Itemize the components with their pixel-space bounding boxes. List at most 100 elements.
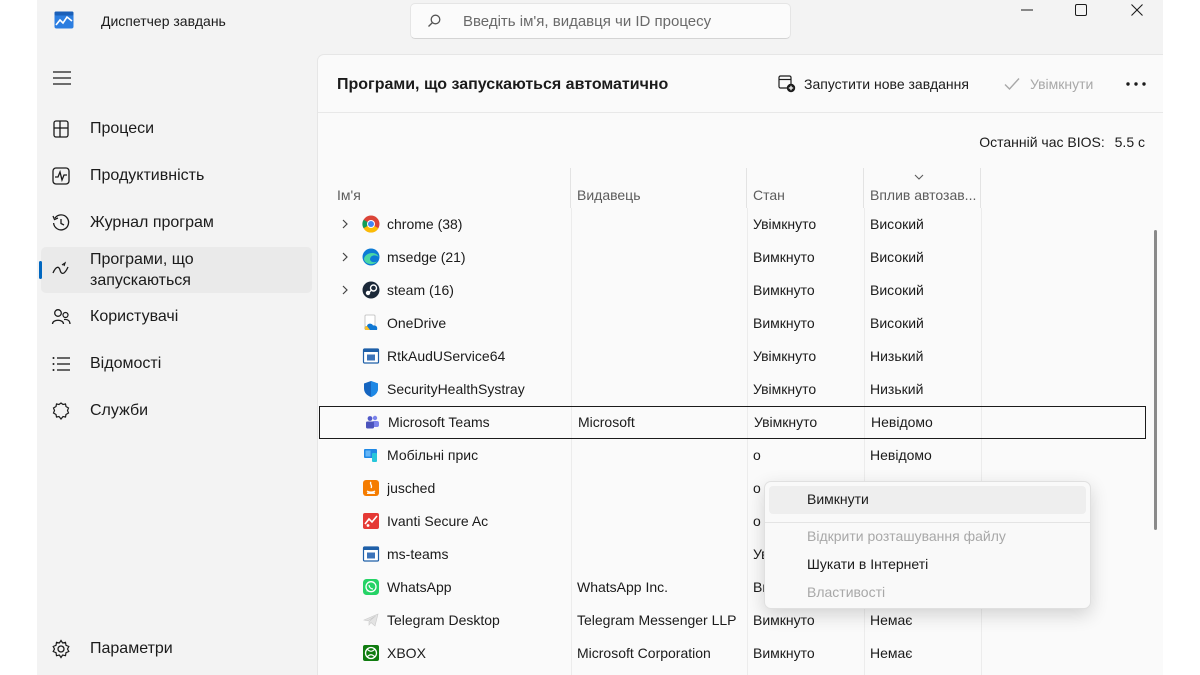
bios-value: 5.5 с <box>1114 134 1145 150</box>
whatsapp-icon <box>363 579 379 595</box>
sort-descending-icon <box>914 174 924 180</box>
cell-publisher: Telegram Messenger LLP <box>577 612 737 628</box>
details-icon <box>52 357 70 371</box>
run-new-task-button[interactable]: Запустити нове завдання <box>778 72 969 96</box>
cell-name: Мобільні прис <box>387 447 479 463</box>
nav-item-settings[interactable]: Параметри <box>41 626 312 672</box>
cell-name: Telegram Desktop <box>387 612 500 628</box>
page-title: Програми, що запускаються автоматично <box>337 76 669 93</box>
cell-startup-impact: Високий <box>870 249 924 265</box>
hamburger-menu-icon[interactable] <box>52 70 72 86</box>
table-row[interactable]: OneDrive Вимкнуто Високий <box>318 307 1154 340</box>
nav-item-label: Користувачі <box>90 308 179 325</box>
table-row[interactable]: Microsoft Teams Microsoft Увімкнуто Невідом… <box>319 406 1146 439</box>
nav-item-processes[interactable]: Процеси <box>41 106 312 152</box>
cell-publisher: WhatsApp Inc. <box>577 579 669 595</box>
table-row[interactable]: chrome (38) Увімкнуто Високий <box>318 208 1154 241</box>
cell-status: Увімкнуто <box>754 414 818 430</box>
cell-name: ms-teams <box>387 546 449 562</box>
cell-startup-impact: Немає <box>870 645 913 661</box>
cell-startup-impact: Високий <box>870 282 924 298</box>
run-task-label: Запустити нове завдання <box>804 76 969 92</box>
cell-startup-impact: Низький <box>870 381 924 397</box>
search-box[interactable] <box>410 3 791 39</box>
chevron-right-icon[interactable] <box>340 218 350 230</box>
security-shield-icon <box>364 381 378 397</box>
nav-item-label: Продуктивність <box>90 167 205 184</box>
services-icon <box>52 402 70 420</box>
nav-item-label: Програми, що запускаються <box>90 251 194 289</box>
table-row[interactable]: XBOX Microsoft Corporation Вимкнуто Немає <box>318 637 1154 670</box>
table-row[interactable]: steam (16) Вимкнуто Високий <box>318 274 1154 307</box>
cell-startup-impact: Немає <box>870 612 913 628</box>
window-title: Диспетчер завдань <box>101 13 226 29</box>
nav-item-app-history[interactable]: Журнал програм <box>41 200 312 246</box>
vertical-scrollbar[interactable] <box>1154 230 1157 530</box>
chrome-icon <box>362 215 380 233</box>
selection-indicator <box>39 261 42 279</box>
onedrive-icon <box>364 314 378 330</box>
telegram-icon <box>362 613 379 627</box>
cell-startup-impact: Низький <box>870 348 924 364</box>
run-task-icon <box>778 75 796 93</box>
cell-status: Вимкнуто <box>753 612 815 628</box>
steam-icon <box>362 281 380 299</box>
menu-item-properties[interactable]: Властивості <box>807 584 885 600</box>
table-row[interactable]: SecurityHealthSystray Увімкнуто Низький <box>318 373 1154 406</box>
more-options-button[interactable] <box>1124 72 1148 96</box>
cell-name: SecurityHealthSystray <box>387 381 525 397</box>
nav-item-performance[interactable]: Продуктивність <box>41 153 312 199</box>
bios-time: Останній час BIOS: 5.5 с <box>979 134 1145 150</box>
nav-item-details[interactable]: Відомості <box>41 341 312 387</box>
close-button[interactable] <box>1109 0 1163 20</box>
menu-separator <box>765 522 1090 523</box>
cell-name: steam (16) <box>387 282 454 298</box>
cell-status: Увімкнуто <box>753 216 817 232</box>
cell-name: msedge (21) <box>387 249 466 265</box>
more-dots-icon <box>1126 82 1146 86</box>
table-row[interactable]: msedge (21) Вимкнуто Високий <box>318 241 1154 274</box>
users-icon <box>51 309 71 325</box>
nav-item-label: Параметри <box>90 640 173 657</box>
table-row[interactable]: Мобільні прис о Невідомо <box>318 439 1154 472</box>
cell-name: OneDrive <box>387 315 447 331</box>
column-header-status[interactable]: Стан <box>747 168 864 208</box>
menu-item-search-online[interactable]: Шукати в Інтернеті <box>807 556 928 572</box>
navigation-pane: Процеси Продуктивність Журнал програм Пр… <box>37 44 317 675</box>
cell-name: WhatsApp <box>387 579 452 595</box>
menu-item-disable[interactable]: Вимкнути <box>807 491 869 507</box>
column-header-publisher[interactable]: Видавець <box>571 168 747 208</box>
chevron-right-icon[interactable] <box>340 284 350 296</box>
cell-startup-impact: Високий <box>870 315 924 331</box>
search-input[interactable] <box>463 10 773 32</box>
checkmark-icon <box>1004 78 1020 91</box>
table-row[interactable]: RtkAudUService64 Увімкнуто Низький <box>318 340 1154 373</box>
cell-publisher: Microsoft <box>578 414 635 430</box>
processes-icon <box>53 120 69 138</box>
cell-startup-impact: Невідомо <box>870 447 932 463</box>
cell-name: Ivanti Secure Ac <box>387 513 489 529</box>
column-header-row: Ім'я Видавець Стан Вплив автозав... <box>318 168 1163 208</box>
nav-item-services[interactable]: Служби <box>41 388 312 434</box>
menu-item-open-file-location[interactable]: Відкрити розташування файлу <box>807 528 1006 544</box>
cell-startup-impact: Високий <box>870 216 924 232</box>
nav-item-startup-apps[interactable]: Програми, що запускаються <box>39 247 312 293</box>
maximize-button[interactable] <box>1053 0 1109 20</box>
cell-name: RtkAudUService64 <box>387 348 506 364</box>
nav-item-users[interactable]: Користувачі <box>41 294 312 340</box>
nav-item-label: Журнал програм <box>90 214 214 231</box>
column-header-name[interactable]: Ім'я <box>337 168 571 208</box>
cell-name: jusched <box>387 480 436 496</box>
teams-icon <box>366 415 379 429</box>
edge-icon <box>362 248 380 266</box>
app-window-icon <box>362 348 380 364</box>
chevron-right-icon[interactable] <box>340 251 350 263</box>
app-window-icon <box>362 546 380 562</box>
minimize-button[interactable] <box>999 0 1055 20</box>
cell-status: Увімкнуто <box>753 348 817 364</box>
content-header: Програми, що запускаються автоматично За… <box>318 55 1163 113</box>
enable-button[interactable]: Увімкнути <box>1004 72 1093 96</box>
cell-status: Вимкнуто <box>753 282 815 298</box>
cell-startup-impact: Невідомо <box>871 414 933 430</box>
maximize-icon <box>1075 4 1087 16</box>
